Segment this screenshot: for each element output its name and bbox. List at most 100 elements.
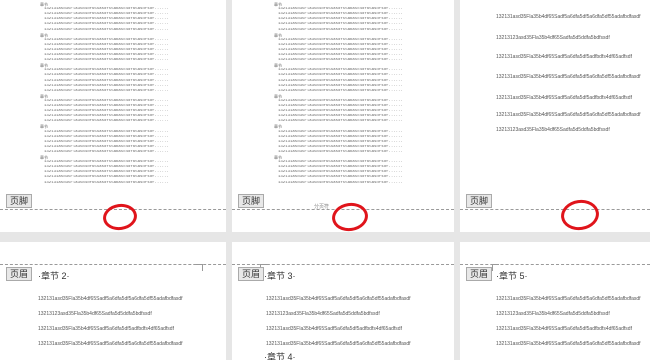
footer-tag[interactable]: 页脚 (466, 194, 493, 208)
toc-entry: 132131asd35Fla35b4df65Sasdf55aba5c4df65a… (44, 12, 169, 17)
toc-entry: 132131asd35Fla35b4df65Sasdf55aba5c4df65a… (278, 98, 403, 103)
toc-entry: 132131asd35Fla35b4df65Sasdf55aba5c4df65a… (44, 27, 169, 32)
toc-entry: 132131asd35Fla35b4df65Sasdf55aba5c4df65a… (278, 104, 403, 108)
footer-tag[interactable]: 页脚 (6, 194, 33, 208)
page-1-top: 章节 132131asd35Fla35b4df65Sasdf55aba5c4df6… (0, 0, 226, 232)
toc-entry: 132131asd35Fla35b4df65Sasdf55aba5c4df65a… (278, 139, 403, 144)
body-line: 132131asd35Fla35b4df65Sadf5a6dfa5df5a6df… (496, 14, 641, 20)
toc-entry: 132131asd35Fla35b4df65Sasdf55aba5c4df65a… (278, 27, 403, 32)
toc-entry: 132131asd35Fla35b4df65Sasdf55aba5c4df65a… (278, 175, 403, 180)
header-boundary (460, 264, 650, 265)
toc-entry: 132131asd35Fla35b4df65Sasdf55aba5c4df65a… (278, 129, 403, 134)
annotation-circle (559, 197, 601, 232)
toc-entry: 132131asd35Fla35b4df65Sasdf55aba5c4df65a… (278, 17, 403, 22)
toc-entry: 132131asd35Fla35b4df65Sasdf55aba5c4df65a… (278, 47, 403, 52)
toc-entry: 132131asd35Fla35b4df65Sasdf55aba5c4df65a… (44, 119, 169, 124)
page-2-top: 章节 132131asd35Fla35b4df65Sasdf55aba5c4df6… (232, 0, 454, 232)
toc-entry: 132131asd35Fla35b4df65Sasdf55aba5c4df65a… (44, 180, 169, 185)
page-1-bottom: 页眉 ·章节 2· 132131asd35Fla35b4df65Sadf5a6d… (0, 242, 226, 360)
toc-entry: 132131asd35Fla35b4df65Sasdf55aba5c4df65a… (44, 83, 169, 88)
toc-entry: 132131asd35Fla35b4df65Sasdf55aba5c4df65a… (278, 114, 403, 119)
body-line: 132131asd35Fla35b4df65Sadf5a6dfa5df5adfb… (38, 326, 174, 332)
body-line: 132131asd35Fla35b4df65Sadf5a6dfa5df5adfb… (266, 326, 402, 332)
annotation-circle (101, 201, 139, 232)
toc-entry: 132131asd35Fla35b4df65Sasdf55aba5c4df65a… (278, 58, 403, 63)
header-tag[interactable]: 页眉 (466, 267, 493, 281)
chapter-heading: ·章节 5· (496, 271, 528, 281)
toc-entry: 132131asd35Fla35b4df65Sasdf55aba5c4df65a… (44, 175, 169, 180)
toc-entry: 132131asd35Fla35b4df65Sasdf55aba5c4df65a… (44, 109, 169, 114)
section-break-label: 分页符 (314, 204, 330, 210)
toc-entry: 132131asd35Fla35b4df65Sasdf55aba5c4df65a… (44, 78, 169, 83)
toc-entry: 132131asd35Fla35b4df65Sasdf55aba5c4df65a… (44, 73, 169, 78)
toc-entry: 132131asd35Fla35b4df65Sasdf55aba5c4df65a… (278, 109, 403, 114)
toc-entry: 132131asd35Fla35b4df65Sasdf55aba5c4df65a… (278, 180, 403, 185)
toc-entry: 132131asd35Fla35b4df65Sasdf55aba5c4df65a… (44, 134, 169, 139)
toc-entry: 132131asd35Fla35b4df65Sasdf55aba5c4df65a… (278, 88, 403, 93)
toc-entry: 132131asd35Fla35b4df65Sasdf55aba5c4df65a… (44, 129, 169, 134)
body-line: 13213123asd35Fla35b4df65Sadfa5d5ddfa5bdf… (496, 311, 610, 317)
toc-entry: 132131asd35Fla35b4df65Sasdf55aba5c4df65a… (44, 104, 169, 108)
toc-entry: 132131asd35Fla35b4df65Sasdf55aba5c4df65a… (278, 42, 403, 47)
toc-entry: 132131asd35Fla35b4df65Sasdf55aba5c4df65a… (44, 170, 169, 175)
toc-entry: 132131asd35Fla35b4df65Sasdf55aba5c4df65a… (278, 170, 403, 175)
toc-entry: 132131asd35Fla35b4df65Sasdf55aba5c4df65a… (278, 7, 403, 12)
toc-entry: 132131asd35Fla35b4df65Sasdf55aba5c4df65a… (44, 17, 169, 22)
chapter-heading: ·章节 2· (38, 271, 70, 281)
body-line: 132131asd35Fla35b4df65Sadf5a6dfa5df5adfb… (496, 95, 632, 101)
toc-entry: 132131asd35Fla35b4df65Sasdf55aba5c4df65a… (278, 12, 403, 17)
body-line: 132131asd35Fla35b4df65Sadf5a6dfa5df5a6df… (496, 112, 641, 118)
toc-entry: 132131asd35Fla35b4df65Sasdf55aba5c4df65a… (44, 68, 169, 73)
body-line: 132131asd35Fla35b4df65Sadf5a6dfa5df5a6df… (496, 74, 641, 80)
toc-entry: 132131asd35Fla35b4df65Sasdf55aba5c4df65a… (278, 68, 403, 73)
body-line: 132131asd35Fla35b4df65Sadf5a6dfa5df5a6df… (496, 296, 641, 302)
toc-entry: 132131asd35Fla35b4df65Sasdf55aba5c4df65a… (44, 22, 169, 27)
toc-entry: 132131asd35Fla35b4df65Sasdf55aba5c4df65a… (44, 98, 169, 103)
toc-entry: 132131asd35Fla35b4df65Sasdf55aba5c4df65a… (278, 83, 403, 88)
toc-entry: 132131asd35Fla35b4df65Sasdf55aba5c4df65a… (44, 42, 169, 47)
footer-tag[interactable]: 页脚 (238, 194, 265, 208)
toc-entry: 132131asd35Fla35b4df65Sasdf55aba5c4df65a… (278, 37, 403, 42)
toc-entry: 132131asd35Fla35b4df65Sasdf55aba5c4df65a… (278, 144, 403, 149)
toc-entry: 132131asd35Fla35b4df65Sasdf55aba5c4df65a… (44, 165, 169, 170)
footer-boundary (460, 209, 650, 210)
header-boundary (0, 264, 226, 265)
annotation-circle (330, 200, 370, 232)
chapter-heading: ·章节 4· (264, 352, 296, 360)
toc-entry: 132131asd35Fla35b4df65Sasdf55aba5c4df65a… (44, 7, 169, 12)
toc-entry: 132131asd35Fla35b4df65Sasdf55aba5c4df65a… (44, 37, 169, 42)
toc-entry: 132131asd35Fla35b4df65Sasdf55aba5c4df65a… (44, 114, 169, 119)
body-line: 132131asd35Fla35b4df65Sadf5a6dfa5df5a6df… (266, 341, 411, 347)
toc-entry: 132131asd35Fla35b4df65Sasdf55aba5c4df65a… (278, 78, 403, 83)
toc-entry: 132131asd35Fla35b4df65Sasdf55aba5c4df65a… (278, 165, 403, 170)
body-line: 132131asd35Fla35b4df65Sadf5a6dfa5df5a6df… (266, 296, 411, 302)
toc-entry: 132131asd35Fla35b4df65Sasdf55aba5c4df65a… (44, 139, 169, 144)
toc-entry: 132131asd35Fla35b4df65Sasdf55aba5c4df65a… (278, 134, 403, 139)
toc-entry: 132131asd35Fla35b4df65Sasdf55aba5c4df65a… (44, 53, 169, 57)
page-2-bottom: 页眉 ·章节 3· 132131asd35Fla35b4df65Sadf5a6d… (232, 242, 454, 360)
body-line: 13213123asd35Fla35b4df65Sadfa5d5ddfa5bdf… (496, 127, 610, 133)
body-line: 132131asd35Fla35b4df65Sadf5a6dfa5df5a6df… (496, 341, 641, 347)
toc-entry: 132131asd35Fla35b4df65Sasdf55aba5c4df65a… (44, 160, 169, 165)
toc-entry: 132131asd35Fla35b4df65Sasdf55aba5c4df65a… (278, 160, 403, 165)
body-line: 13213123asd35Fla35b4df65Sadfa5d5ddfa5bdf… (266, 311, 380, 317)
toc-entry: 132131asd35Fla35b4df65Sasdf55aba5c4df65a… (278, 119, 403, 124)
body-line: 13213123asd35Fla35b4df65Sadfa5d5ddfa5bdf… (496, 35, 610, 41)
page-3-bottom: 页眉 ·章节 5· 132131asd35Fla35b4df65Sadf5a6d… (460, 242, 650, 360)
body-line: 132131asd35Fla35b4df65Sadf5a6dfa5df5a6df… (38, 296, 183, 302)
header-tag[interactable]: 页眉 (238, 267, 265, 281)
body-line: 132131asd35Fla35b4df65Sadf5a6dfa5df5a6df… (38, 341, 183, 347)
body-line: 132131asd35Fla35b4df65Sadf5a6dfa5df5adfb… (496, 54, 632, 60)
page-3-top: 132131asd35Fla35b4df65Sadf5a6dfa5df5a6df… (460, 0, 650, 232)
toc-entry: 132131asd35Fla35b4df65Sasdf55aba5c4df65a… (278, 149, 403, 154)
toc-entry: 132131asd35Fla35b4df65Sasdf55aba5c4df65a… (278, 73, 403, 78)
chapter-heading: ·章节 3· (264, 271, 296, 281)
header-tag[interactable]: 页眉 (6, 267, 33, 281)
toc-entry: 132131asd35Fla35b4df65Sasdf55aba5c4df65a… (44, 88, 169, 93)
toc-entry: 132131asd35Fla35b4df65Sasdf55aba5c4df65a… (44, 144, 169, 149)
toc-entry: 132131asd35Fla35b4df65Sasdf55aba5c4df65a… (44, 47, 169, 52)
toc-entry: 132131asd35Fla35b4df65Sasdf55aba5c4df65a… (44, 58, 169, 63)
body-line: 132131asd35Fla35b4df65Sadf5a6dfa5df5adfb… (496, 326, 632, 332)
toc-entry: 132131asd35Fla35b4df65Sasdf55aba5c4df65a… (278, 53, 403, 57)
toc-entry: 132131asd35Fla35b4df65Sasdf55aba5c4df65a… (278, 22, 403, 27)
